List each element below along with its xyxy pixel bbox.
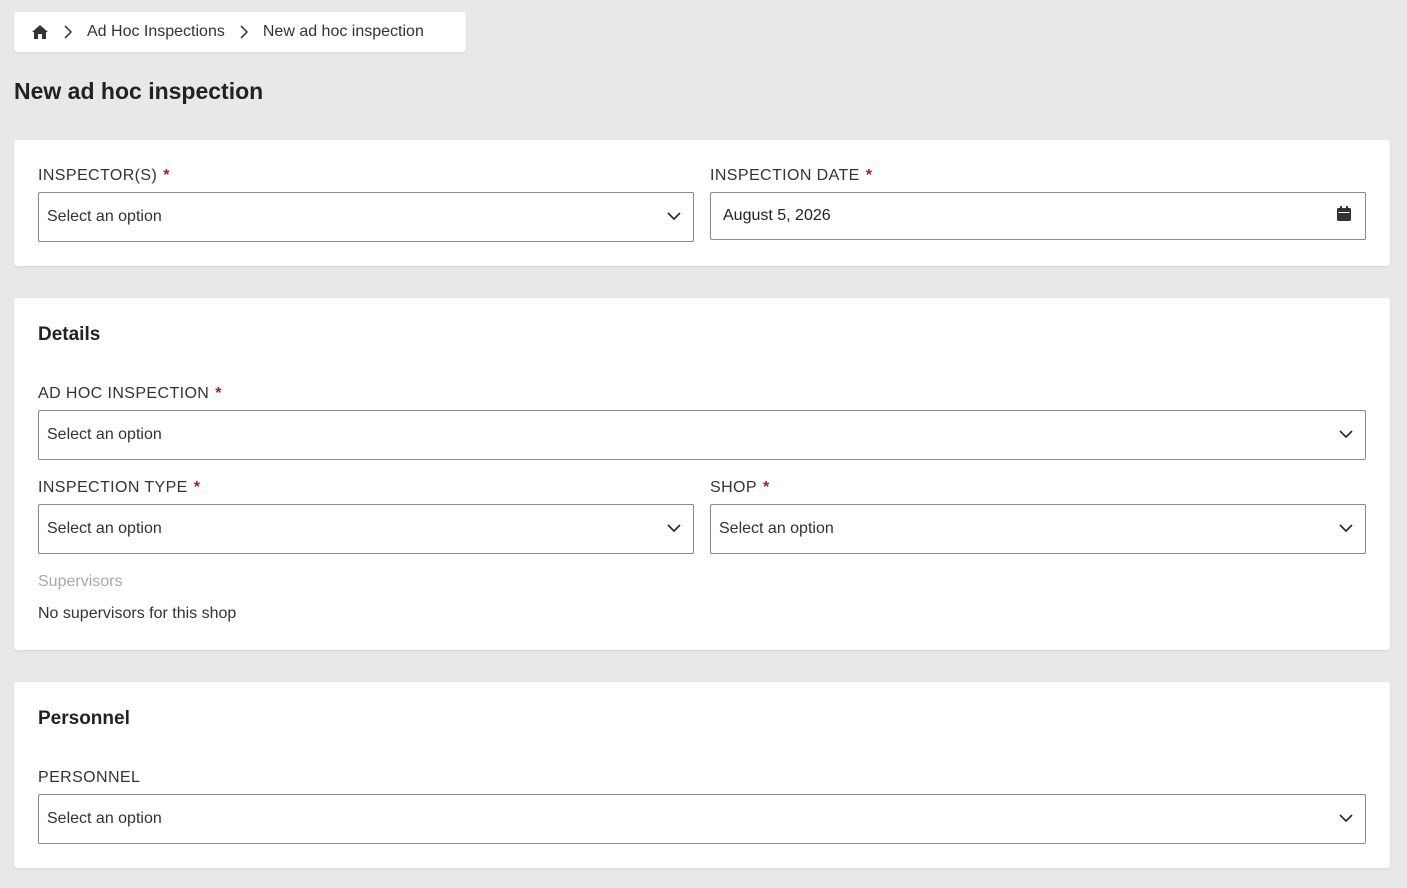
shop-label: SHOP * xyxy=(710,479,770,496)
chevron-down-icon xyxy=(1338,810,1354,828)
personnel-label: PERSONNEL xyxy=(38,769,141,786)
ad-hoc-inspection-select[interactable]: Select an option xyxy=(38,410,1366,460)
inspection-type-select[interactable]: Select an option xyxy=(38,504,694,554)
shop-select[interactable]: Select an option xyxy=(710,504,1366,554)
inspection-type-label: INSPECTION TYPE * xyxy=(38,479,201,496)
required-marker: * xyxy=(865,167,873,184)
details-card: Details AD HOC INSPECTION * Select an opt… xyxy=(14,298,1390,650)
details-title: Details xyxy=(38,324,101,345)
personnel-placeholder: Select an option xyxy=(47,810,162,827)
chevron-down-icon xyxy=(666,520,682,538)
inspection-date-value: August 5, 2026 xyxy=(723,207,831,224)
ad-hoc-inspection-placeholder: Select an option xyxy=(47,426,162,443)
required-marker: * xyxy=(193,479,201,496)
personnel-title: Personnel xyxy=(38,708,130,729)
breadcrumb-item-ad-hoc-inspections[interactable]: Ad Hoc Inspections xyxy=(87,23,225,41)
inspectors-select[interactable]: Select an option xyxy=(38,192,694,242)
breadcrumb-item-current: New ad hoc inspection xyxy=(262,23,424,40)
personnel-card: Personnel PERSONNEL Select an option xyxy=(14,682,1390,868)
supervisors-empty-text: No supervisors for this shop xyxy=(38,605,237,622)
chevron-down-icon xyxy=(1338,426,1354,444)
inspectors-label: INSPECTOR(S) * xyxy=(38,167,170,184)
inspection-date-label: INSPECTION DATE * xyxy=(710,167,873,184)
chevron-right-icon xyxy=(49,24,87,40)
ad-hoc-inspection-label: AD HOC INSPECTION * xyxy=(38,385,222,402)
personnel-select[interactable]: Select an option xyxy=(38,794,1366,844)
chevron-right-icon xyxy=(225,24,263,40)
supervisors-label: Supervisors xyxy=(38,573,123,590)
inspectors-select-placeholder: Select an option xyxy=(47,208,162,225)
inspection-date-input[interactable]: August 5, 2026 xyxy=(710,192,1366,240)
chevron-down-icon xyxy=(1338,520,1354,538)
required-marker: * xyxy=(215,385,222,402)
inspection-type-placeholder: Select an option xyxy=(47,520,162,537)
calendar-icon[interactable] xyxy=(1337,206,1351,226)
breadcrumb: Ad Hoc Inspections New ad hoc inspection xyxy=(14,12,466,52)
chevron-down-icon xyxy=(666,208,682,226)
page-title: New ad hoc inspection xyxy=(14,78,264,104)
inspection-header-card: INSPECTOR(S) * Select an option INSPECTIO… xyxy=(14,140,1390,266)
required-marker: * xyxy=(163,167,170,184)
required-marker: * xyxy=(762,479,770,496)
shop-placeholder: Select an option xyxy=(719,520,834,537)
home-icon[interactable] xyxy=(31,24,49,40)
